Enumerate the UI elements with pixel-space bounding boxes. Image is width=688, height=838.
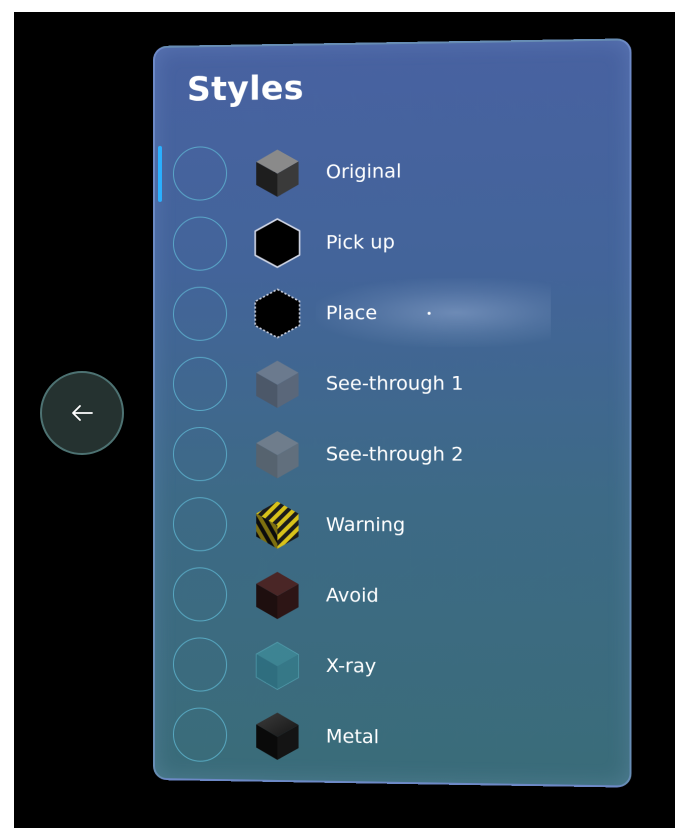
style-item-original[interactable]: Original [172,137,611,206]
style-item-avoid[interactable]: Avoid [172,562,611,630]
style-item-label: Warning [325,513,406,537]
style-item-label: See-through 1 [325,372,464,395]
style-item-label: Pick up [325,231,395,254]
pick-up-cube-icon [251,217,303,270]
style-item-label: See-through 2 [325,443,464,466]
radio-button[interactable] [172,216,228,271]
original-cube-icon [251,146,303,199]
radio-button[interactable] [172,497,228,552]
radio-button[interactable] [172,146,228,201]
style-item-x-ray[interactable]: X-ray [172,632,611,701]
see-through-1-cube-icon [251,358,303,410]
style-item-label: Avoid [325,584,379,607]
style-item-warning[interactable]: Warning [172,492,611,559]
metal-cube-icon [251,709,303,762]
style-item-see-through-2[interactable]: See-through 2 [172,422,611,487]
radio-button[interactable] [172,567,228,622]
radio-button[interactable] [172,707,228,763]
style-item-metal[interactable]: Metal [172,702,611,773]
style-item-pick-up[interactable]: Pick up [172,208,611,276]
x-ray-cube-icon [251,639,303,692]
arrow-left-icon [72,405,93,421]
style-item-see-through-1[interactable]: See-through 1 [172,351,611,416]
panel-title: Styles [186,67,304,109]
style-item-place[interactable]: Place [172,279,611,346]
radio-button[interactable] [172,286,228,341]
style-item-label: Place [325,301,378,325]
see-through-2-cube-icon [251,428,303,480]
avoid-cube-icon [251,569,303,622]
place-cube-icon [251,287,303,340]
radio-button[interactable] [172,356,228,411]
selection-indicator [157,145,162,202]
styles-panel: Styles Original Pick up Place See-throug… [153,38,632,788]
viewport: Styles Original Pick up Place See-throug… [14,12,675,828]
radio-button[interactable] [172,637,228,692]
style-item-label: X-ray [325,654,377,678]
style-item-label: Metal [325,725,380,749]
back-button[interactable] [40,371,124,455]
warning-cube-icon [251,498,303,551]
style-item-label: Original [325,160,402,184]
radio-button[interactable] [172,427,228,482]
